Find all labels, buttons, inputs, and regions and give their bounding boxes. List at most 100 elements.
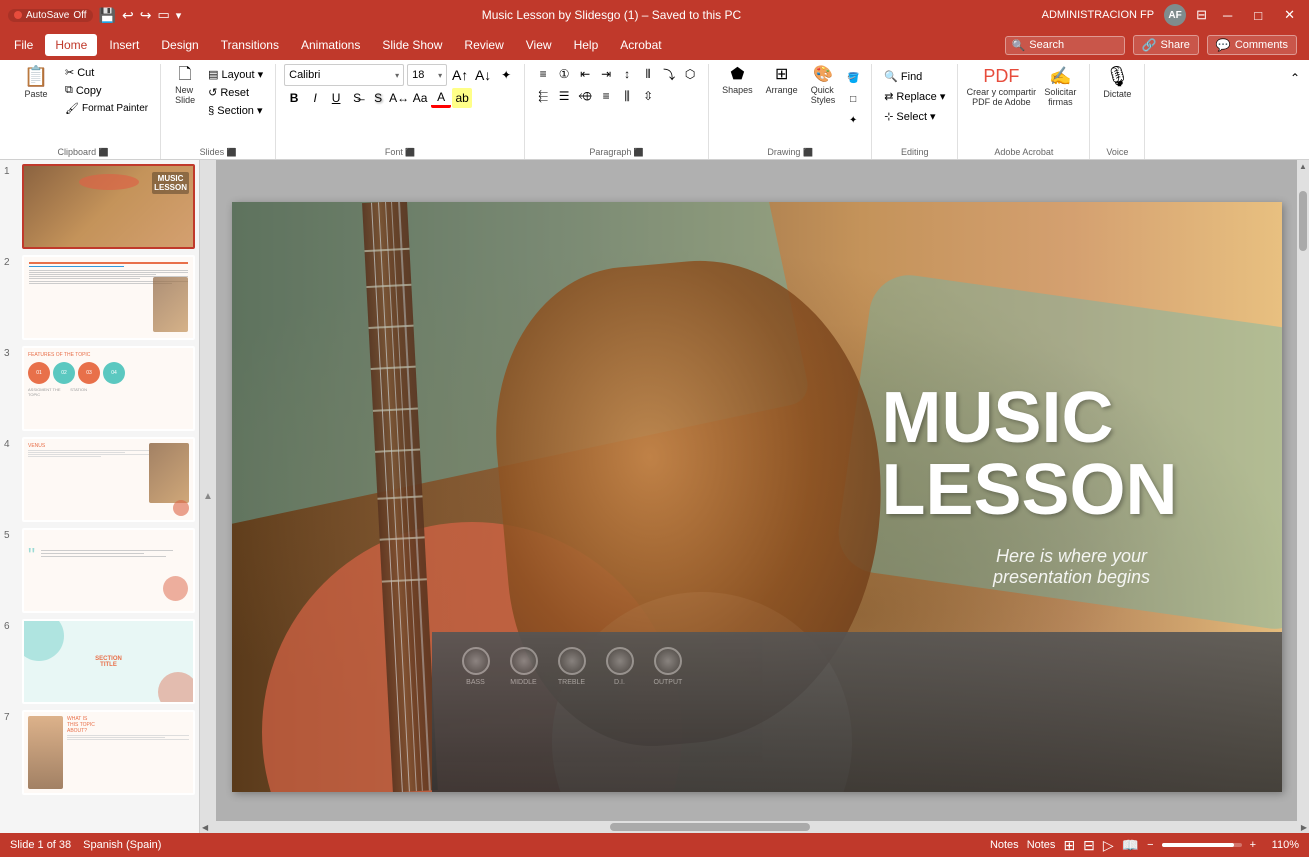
knob-output[interactable] <box>654 647 682 675</box>
paste-button[interactable]: 📋 Paste <box>14 64 58 102</box>
menu-animations[interactable]: Animations <box>291 34 370 56</box>
char-spacing-button[interactable]: A↔ <box>389 88 409 108</box>
redo-icon[interactable]: ↪ <box>140 7 152 24</box>
notes-button[interactable]: Notes <box>990 839 1019 851</box>
share-button[interactable]: 🔗 Share <box>1133 35 1199 55</box>
highlight-button[interactable]: ab <box>452 88 472 108</box>
horizontal-scrollbar-thumb[interactable] <box>610 823 810 831</box>
menu-help[interactable]: Help <box>564 34 609 56</box>
increase-indent-button[interactable]: ⇥ <box>596 64 616 84</box>
scrollbar-thumb[interactable] <box>1299 191 1307 251</box>
knob-volume[interactable] <box>606 647 634 675</box>
slide-thumb-4[interactable]: 4 VENUS <box>4 437 195 522</box>
italic-button[interactable]: I <box>305 88 325 108</box>
slide-img-4[interactable]: VENUS <box>22 437 195 522</box>
line-spacing-button[interactable]: ↕ <box>617 64 637 84</box>
reading-view-button[interactable]: 📖 <box>1122 837 1139 854</box>
search-box[interactable]: 🔍 Search <box>1005 36 1125 55</box>
add-remove-columns-button[interactable]: ⫼ <box>617 86 637 106</box>
autosave-toggle[interactable]: AutoSave Off <box>8 9 93 22</box>
section-button[interactable]: § Section ▾ <box>204 102 267 119</box>
slide-img-1[interactable]: MUSICLESSON <box>22 164 195 249</box>
slideshow-view-button[interactable]: ▷ <box>1103 837 1114 854</box>
justify-button[interactable]: ≡ <box>596 86 616 106</box>
font-color-button[interactable]: A <box>431 88 451 108</box>
bullets-button[interactable]: ≡ <box>533 64 553 84</box>
zoom-slider[interactable] <box>1162 843 1242 847</box>
bold-button[interactable]: B <box>284 88 304 108</box>
slide-thumb-5[interactable]: 5 " <box>4 528 195 613</box>
find-button[interactable]: 🔍 Find <box>880 68 926 85</box>
knob-treble[interactable] <box>558 647 586 675</box>
scroll-right-arrow[interactable]: ▶ <box>1299 823 1309 832</box>
menu-design[interactable]: Design <box>151 34 208 56</box>
right-scrollbar[interactable]: ▲ ▼ <box>1297 160 1309 833</box>
slide-thumb-1[interactable]: 1 MUSICLESSON <box>4 164 195 249</box>
decrease-indent-button[interactable]: ⇤ <box>575 64 595 84</box>
menu-insert[interactable]: Insert <box>99 34 149 56</box>
zoom-out-button[interactable]: − <box>1147 839 1153 851</box>
menu-review[interactable]: Review <box>454 34 513 56</box>
create-pdf-button[interactable]: PDF Crear y compartirPDF de Adobe <box>966 64 1036 110</box>
slide-thumb-6[interactable]: 6 SECTION TITLE <box>4 619 195 704</box>
strikethrough-button[interactable]: S̶ <box>347 88 367 108</box>
knob-bass[interactable] <box>462 647 490 675</box>
increase-font-button[interactable]: A↑ <box>450 65 470 85</box>
font-size-selector[interactable]: 18 ▾ <box>407 64 447 86</box>
close-button[interactable]: ✕ <box>1278 5 1301 25</box>
scroll-up-icon[interactable]: ▲ <box>203 491 213 502</box>
new-slide-button[interactable]: 🗋 NewSlide <box>169 64 201 108</box>
font-case-button[interactable]: Aa <box>410 88 430 108</box>
columns-button[interactable]: ⫴ <box>638 64 658 84</box>
customize-qat-icon[interactable]: ▾ <box>176 9 182 22</box>
numbering-button[interactable]: ① <box>554 64 574 84</box>
undo-icon[interactable]: ↩ <box>122 7 134 24</box>
menu-slideshow[interactable]: Slide Show <box>372 34 452 56</box>
scroll-left-arrow[interactable]: ◀ <box>200 823 210 832</box>
zoom-level[interactable]: 110% <box>1264 839 1299 851</box>
menu-acrobat[interactable]: Acrobat <box>610 34 671 56</box>
shadow-button[interactable]: S <box>368 88 388 108</box>
slide-thumb-3[interactable]: 3 FEATURES OF THE TOPIC 01 02 03 04 ASSI… <box>4 346 195 431</box>
font-name-selector[interactable]: Calibri ▾ <box>284 64 404 86</box>
ribbon-display-icon[interactable]: ⊟ <box>1196 7 1207 23</box>
request-signatures-button[interactable]: ✍ Solicitarfirmas <box>1039 64 1081 110</box>
select-button[interactable]: ⊹ Select ▾ <box>880 108 939 125</box>
menu-view[interactable]: View <box>516 34 562 56</box>
shape-fill-button[interactable]: 🪣 <box>843 68 863 88</box>
clipboard-expander[interactable]: ⬛ <box>99 148 109 157</box>
minimize-button[interactable]: ─ <box>1217 6 1238 25</box>
cut-button[interactable]: ✂ Cut <box>61 64 152 81</box>
user-avatar[interactable]: AF <box>1164 4 1186 26</box>
arrange-button[interactable]: ⊞ Arrange <box>761 64 803 98</box>
align-left-button[interactable]: ⬱ <box>533 86 553 106</box>
convert-to-smartart-button[interactable]: ⬡ <box>680 64 700 84</box>
reset-button[interactable]: ↺ Reset <box>204 84 267 101</box>
scroll-up-arrow[interactable]: ▲ <box>1299 162 1307 171</box>
menu-file[interactable]: File <box>4 34 43 56</box>
collapse-ribbon-button[interactable]: ⌃ <box>1287 68 1303 88</box>
slide-img-5[interactable]: " <box>22 528 195 613</box>
dictate-button[interactable]: 🎙 Dictate <box>1098 64 1136 102</box>
knob-middle[interactable] <box>510 647 538 675</box>
decrease-font-button[interactable]: A↓ <box>473 65 493 85</box>
slide-thumb-2[interactable]: 2 <box>4 255 195 340</box>
slide-img-3[interactable]: FEATURES OF THE TOPIC 01 02 03 04 ASSIGM… <box>22 346 195 431</box>
font-expander[interactable]: ⬛ <box>405 148 415 157</box>
slides-expander[interactable]: ⬛ <box>227 148 237 157</box>
slide-img-2[interactable] <box>22 255 195 340</box>
zoom-in-button[interactable]: + <box>1250 839 1256 851</box>
shape-effects-button[interactable]: ✦ <box>843 110 863 130</box>
shape-outline-button[interactable]: □ <box>843 89 863 109</box>
align-center-button[interactable]: ☰ <box>554 86 574 106</box>
notes-label-text[interactable]: Notes <box>1027 839 1056 851</box>
paragraph-spacing-button[interactable]: ⇳ <box>638 86 658 106</box>
slide-img-7[interactable]: WHAT ISTHIS TOPICABOUT? <box>22 710 195 795</box>
save-icon[interactable]: 💾 <box>99 7 116 24</box>
outline-view-button[interactable]: ⊟ <box>1083 837 1095 854</box>
copy-button[interactable]: ⧉ Copy <box>61 82 152 99</box>
format-painter-button[interactable]: 🖌 Format Painter <box>61 100 152 117</box>
slide-img-6[interactable]: SECTION TITLE <box>22 619 195 704</box>
replace-button[interactable]: ⇄ Replace ▾ <box>880 88 949 105</box>
menu-transitions[interactable]: Transitions <box>211 34 289 56</box>
